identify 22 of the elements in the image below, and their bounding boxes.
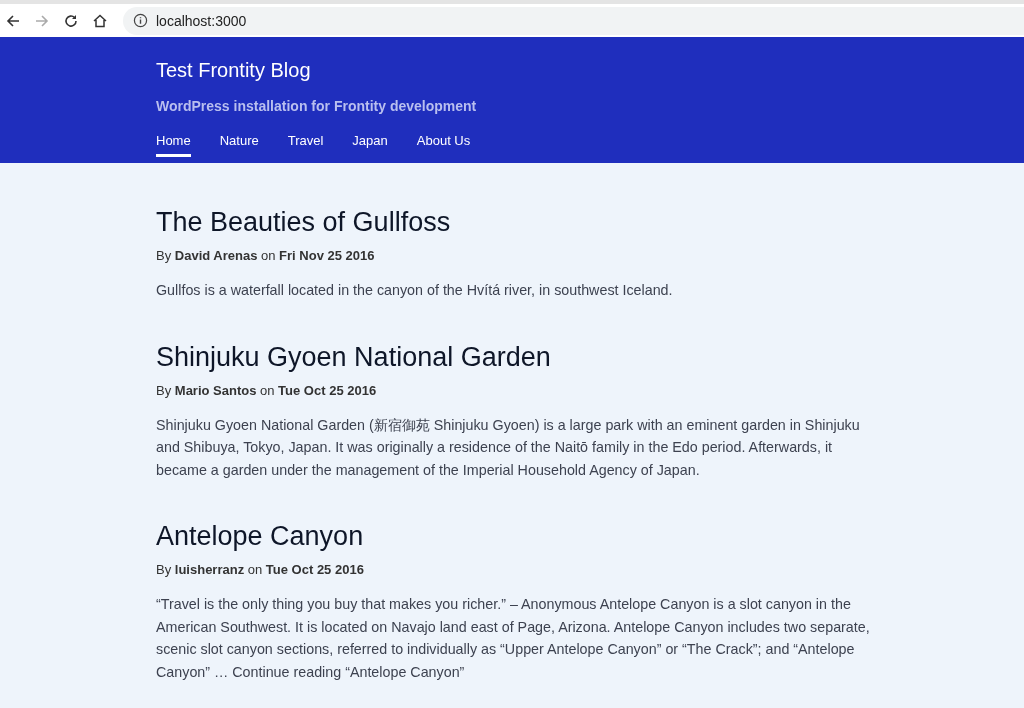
- post-excerpt: Shinjuku Gyoen National Garden (新宿御苑 Shinjuku Gyoen) is a large park with an eminent garden in Shinjuku and Shibuya, Tokyo, Japan. It was originally a residence of the Naitō family in the Edo period. Afterwards, it became a garden under the management of the Imperial Household Agency of Japan.: [156, 415, 861, 480]
- post-title[interactable]: Antelope Canyon: [156, 521, 886, 552]
- nav-link[interactable]: Home: [156, 133, 191, 157]
- post-byline: By luisherranz on Tue Oct 25 2016: [156, 562, 365, 577]
- post-excerpt: Gullfos is a waterfall located in the canyon of the Hvítá river, in southwest Iceland.: [156, 281, 674, 300]
- back-arrow-icon[interactable]: [5, 12, 21, 29]
- url-text: localhost:3000: [156, 12, 247, 29]
- site-description: WordPress installation for Frontity development: [156, 98, 478, 114]
- post-byline: By David Arenas on Fri Nov 25 2016: [156, 248, 376, 263]
- address-bar[interactable]: localhost:3000: [123, 6, 1024, 35]
- home-icon[interactable]: [92, 12, 108, 29]
- nav-link[interactable]: Nature: [219, 133, 259, 157]
- post-title[interactable]: The Beauties of Gullfoss: [156, 207, 886, 238]
- post-excerpt: “Travel is the only thing you buy that makes you richer.” – Anonymous Antelope Canyon is a slot canyon in the American Southwest. It is located on Navajo land east of Page, Arizona. Antelope Canyon includes two separate, scenic slot canyon sections, referred to individually as “Upper Antelope Canyon” or “The Crack”; and “Antelope Canyon” … Continue reading “Antelope Canyon”: [156, 595, 871, 682]
- post-byline: By Mario Santos on Tue Oct 25 2016: [156, 382, 378, 398]
- nav-link[interactable]: Japan: [352, 133, 388, 157]
- nav-link[interactable]: About Us: [416, 133, 471, 157]
- nav-link[interactable]: Travel: [287, 133, 324, 157]
- post-title[interactable]: Shinjuku Gyoen National Garden: [156, 341, 886, 373]
- info-icon[interactable]: [133, 13, 148, 28]
- reload-icon[interactable]: [63, 12, 79, 29]
- site-title[interactable]: Test Frontity Blog: [156, 59, 1024, 82]
